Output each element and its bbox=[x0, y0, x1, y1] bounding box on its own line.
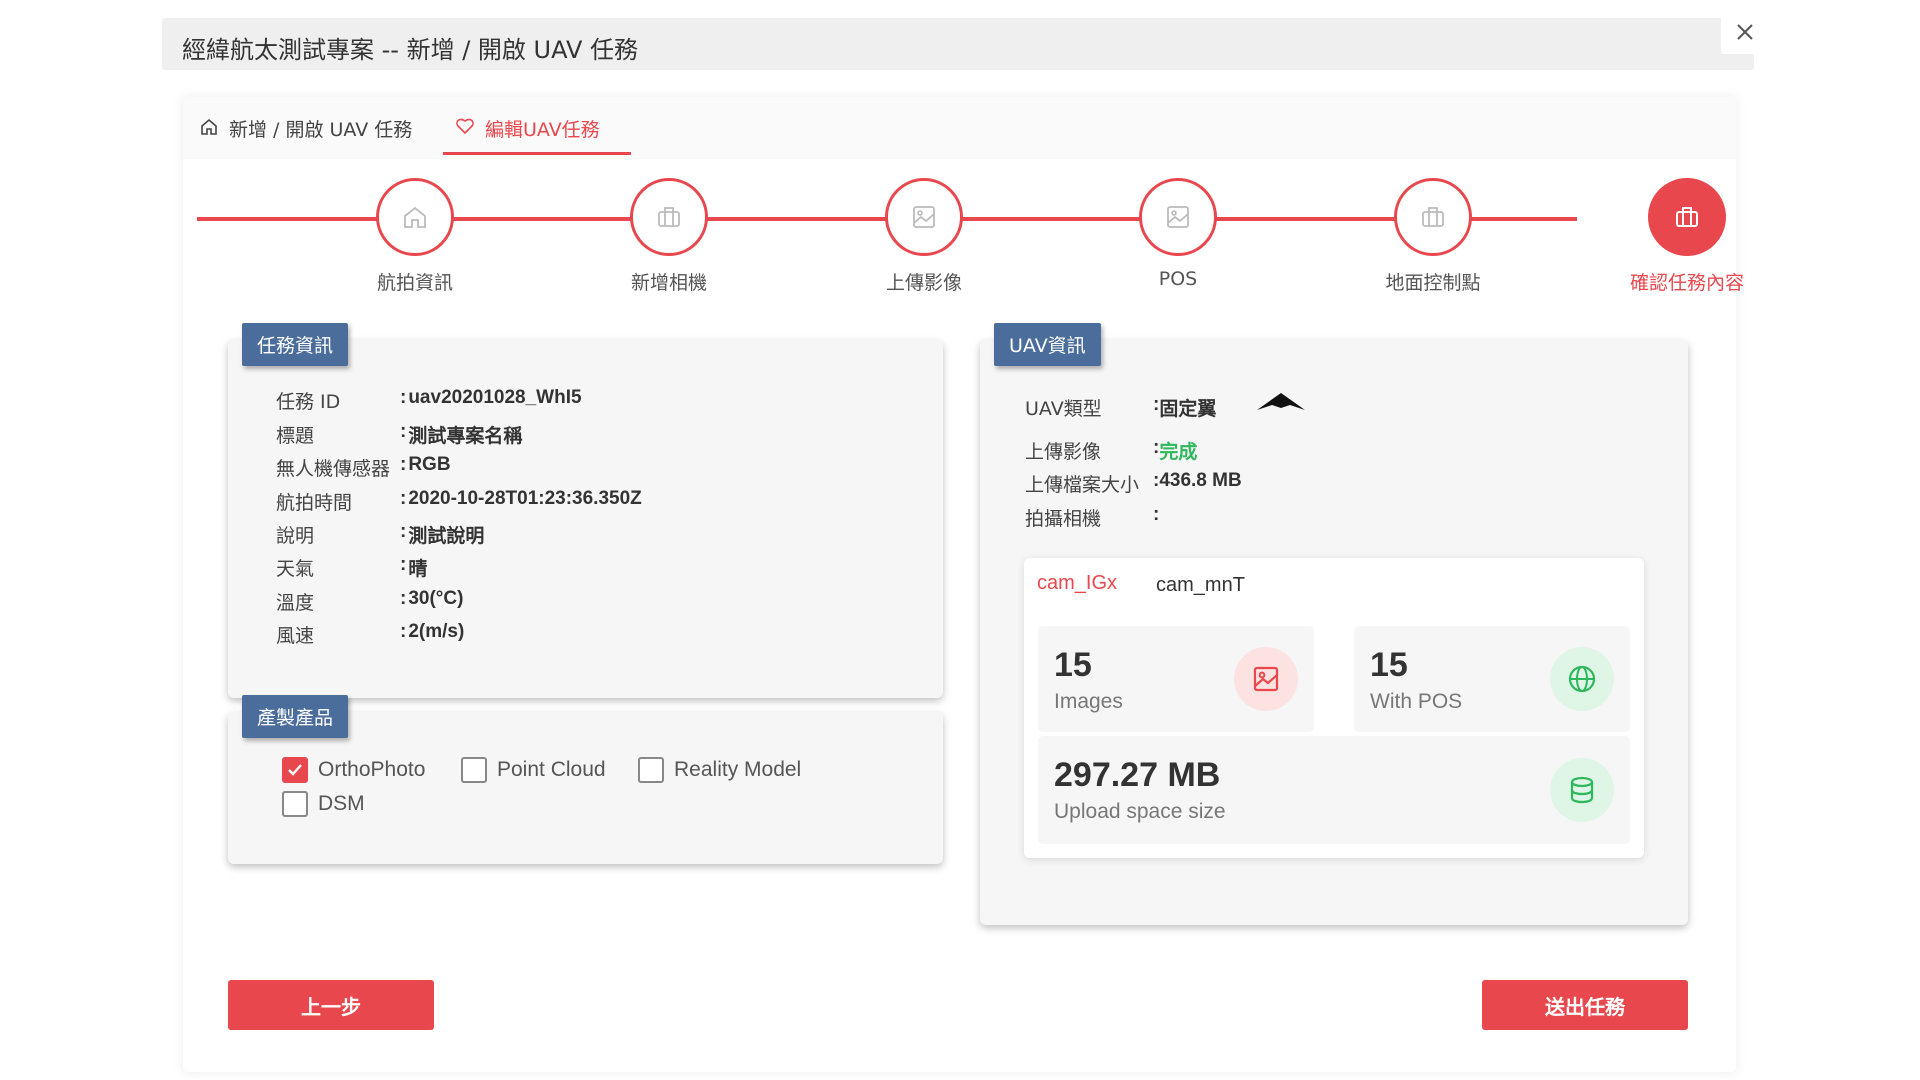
info-row-flight-time: 航拍時間:2020-10-28T01:23:36.350Z bbox=[276, 488, 642, 514]
camera-row: 拍攝相機: bbox=[1025, 504, 1160, 530]
pos-label: With POS bbox=[1370, 690, 1463, 713]
step-2[interactable]: 新增相機 bbox=[579, 178, 759, 295]
step-4[interactable]: POS bbox=[1088, 178, 1268, 290]
product-dsm[interactable]: DSM bbox=[282, 791, 365, 817]
space-label: Upload space size bbox=[1054, 800, 1226, 823]
dsm-label: DSM bbox=[318, 792, 365, 815]
orthophoto-checkbox[interactable] bbox=[282, 757, 308, 783]
step-5-label: 地面控制點 bbox=[1385, 272, 1481, 294]
upload-space-stat: 297.27 MB Upload space size bbox=[1038, 736, 1630, 844]
step-5-circle bbox=[1394, 178, 1472, 256]
close-icon bbox=[1737, 24, 1753, 40]
info-row-task-id: 任務 ID: uav20201028_WhI5 bbox=[276, 387, 582, 413]
info-row-sensor: 無人機傳感器: RGB bbox=[276, 454, 451, 480]
breadcrumb: 新增 / 開啟 UAV 任務 編輯UAV任務 bbox=[183, 97, 1736, 159]
info-row-weather: 天氣: 晴 bbox=[276, 554, 428, 580]
step-5[interactable]: 地面控制點 bbox=[1343, 178, 1523, 295]
uav-info-tag: UAV資訊 bbox=[994, 323, 1101, 366]
prev-step-button[interactable]: 上一步 bbox=[228, 980, 434, 1030]
space-value: 297.27 MB bbox=[1054, 756, 1221, 794]
breadcrumb-edit-label: 編輯UAV任務 bbox=[485, 119, 600, 141]
breadcrumb-home-label: 新增 / 開啟 UAV 任務 bbox=[229, 119, 413, 141]
info-row-description: 說明: 測試說明 bbox=[276, 521, 485, 547]
globe-icon bbox=[1568, 665, 1596, 693]
dsm-checkbox[interactable] bbox=[282, 791, 308, 817]
heart-icon bbox=[456, 118, 474, 135]
step-6[interactable]: 確認任務內容 bbox=[1597, 178, 1777, 295]
with-pos-stat: 15 With POS bbox=[1354, 626, 1630, 732]
briefcase-icon bbox=[1422, 207, 1444, 227]
point-cloud-checkbox[interactable] bbox=[461, 757, 487, 783]
uav-type-row: UAV類型: 固定翼 bbox=[1025, 393, 1306, 421]
product-orthophoto[interactable]: OrthoPhoto bbox=[282, 757, 425, 783]
info-row-title: 標題: 測試專案名稱 bbox=[276, 421, 523, 447]
pos-badge bbox=[1550, 647, 1614, 711]
camera-tab-igx[interactable]: cam_IGx bbox=[1037, 572, 1117, 595]
step-1-circle bbox=[376, 178, 454, 256]
step-1[interactable]: 航拍資訊 bbox=[325, 178, 505, 295]
pos-count: 15 bbox=[1370, 646, 1408, 684]
product-reality-model[interactable]: Reality Model bbox=[638, 757, 801, 783]
task-info-card: 任務 ID: uav20201028_WhI5 標題: 測試專案名稱 無人機傳感器:… bbox=[228, 340, 943, 698]
main-panel: 新增 / 開啟 UAV 任務 編輯UAV任務 航拍資訊 新增相機 上傳影像 PO… bbox=[183, 97, 1744, 1072]
info-row-temperature: 溫度:30(°C) bbox=[276, 588, 464, 614]
submit-task-button[interactable]: 送出任務 bbox=[1482, 980, 1688, 1030]
step-3-label: 上傳影像 bbox=[885, 272, 962, 294]
briefcase-icon bbox=[1676, 207, 1698, 227]
reality-model-label: Reality Model bbox=[674, 758, 802, 781]
images-badge bbox=[1234, 647, 1298, 711]
camera-panel: cam_IGx cam_mnT 15 Images 15 With POS 29… bbox=[1024, 558, 1644, 858]
image-icon bbox=[913, 206, 935, 228]
step-2-label: 新增相機 bbox=[630, 272, 707, 294]
home-icon bbox=[201, 118, 217, 135]
product-point-cloud[interactable]: Point Cloud bbox=[461, 757, 606, 783]
point-cloud-label: Point Cloud bbox=[497, 758, 606, 781]
info-row-wind-speed: 風速:2(m/s) bbox=[276, 621, 465, 647]
images-label: Images bbox=[1054, 690, 1123, 713]
images-stat: 15 Images bbox=[1038, 626, 1314, 732]
images-count: 15 bbox=[1054, 646, 1092, 684]
step-2-circle bbox=[630, 178, 708, 256]
step-6-label: 確認任務內容 bbox=[1629, 272, 1744, 294]
fixed-wing-plane-icon bbox=[1257, 393, 1306, 410]
camera-tab-mnt[interactable]: cam_mnT bbox=[1156, 574, 1245, 597]
breadcrumb-edit[interactable]: 編輯UAV任務 bbox=[455, 115, 600, 155]
products-tag: 產製產品 bbox=[242, 695, 349, 738]
check-icon bbox=[288, 764, 302, 776]
upload-size-row: 上傳檔案大小:436.8 MB bbox=[1025, 470, 1242, 496]
orthophoto-label: OrthoPhoto bbox=[318, 758, 426, 781]
upload-images-row: 上傳影像: 完成 bbox=[1025, 437, 1198, 463]
step-1-label: 航拍資訊 bbox=[376, 272, 453, 294]
image-icon bbox=[1167, 206, 1189, 228]
step-4-label: POS bbox=[1158, 268, 1198, 290]
breadcrumb-home[interactable]: 新增 / 開啟 UAV 任務 bbox=[199, 115, 412, 155]
active-tab-underline bbox=[443, 152, 631, 155]
upload-status: 完成 bbox=[1159, 442, 1198, 463]
step-3[interactable]: 上傳影像 bbox=[834, 178, 1014, 295]
window-title: 經緯航太測試專案 -- 新增 / 開啟 UAV 任務 bbox=[182, 36, 639, 64]
step-3-circle bbox=[885, 178, 963, 256]
reality-model-checkbox[interactable] bbox=[638, 757, 664, 783]
image-icon bbox=[1253, 666, 1279, 692]
home-icon bbox=[404, 206, 426, 228]
database-icon bbox=[1570, 776, 1594, 804]
uav-info-card: UAV類型: 固定翼 上傳影像: 完成 上傳檔案大小:436.8 MB 拍攝相機: … bbox=[980, 340, 1688, 925]
task-info-tag: 任務資訊 bbox=[242, 323, 349, 366]
close-button[interactable] bbox=[1721, 10, 1769, 54]
space-badge bbox=[1550, 758, 1614, 822]
step-4-circle bbox=[1139, 178, 1217, 256]
briefcase-icon bbox=[658, 207, 680, 227]
window-titlebar: 經緯航太測試專案 -- 新增 / 開啟 UAV 任務 bbox=[162, 18, 1754, 70]
step-6-circle bbox=[1648, 178, 1726, 256]
